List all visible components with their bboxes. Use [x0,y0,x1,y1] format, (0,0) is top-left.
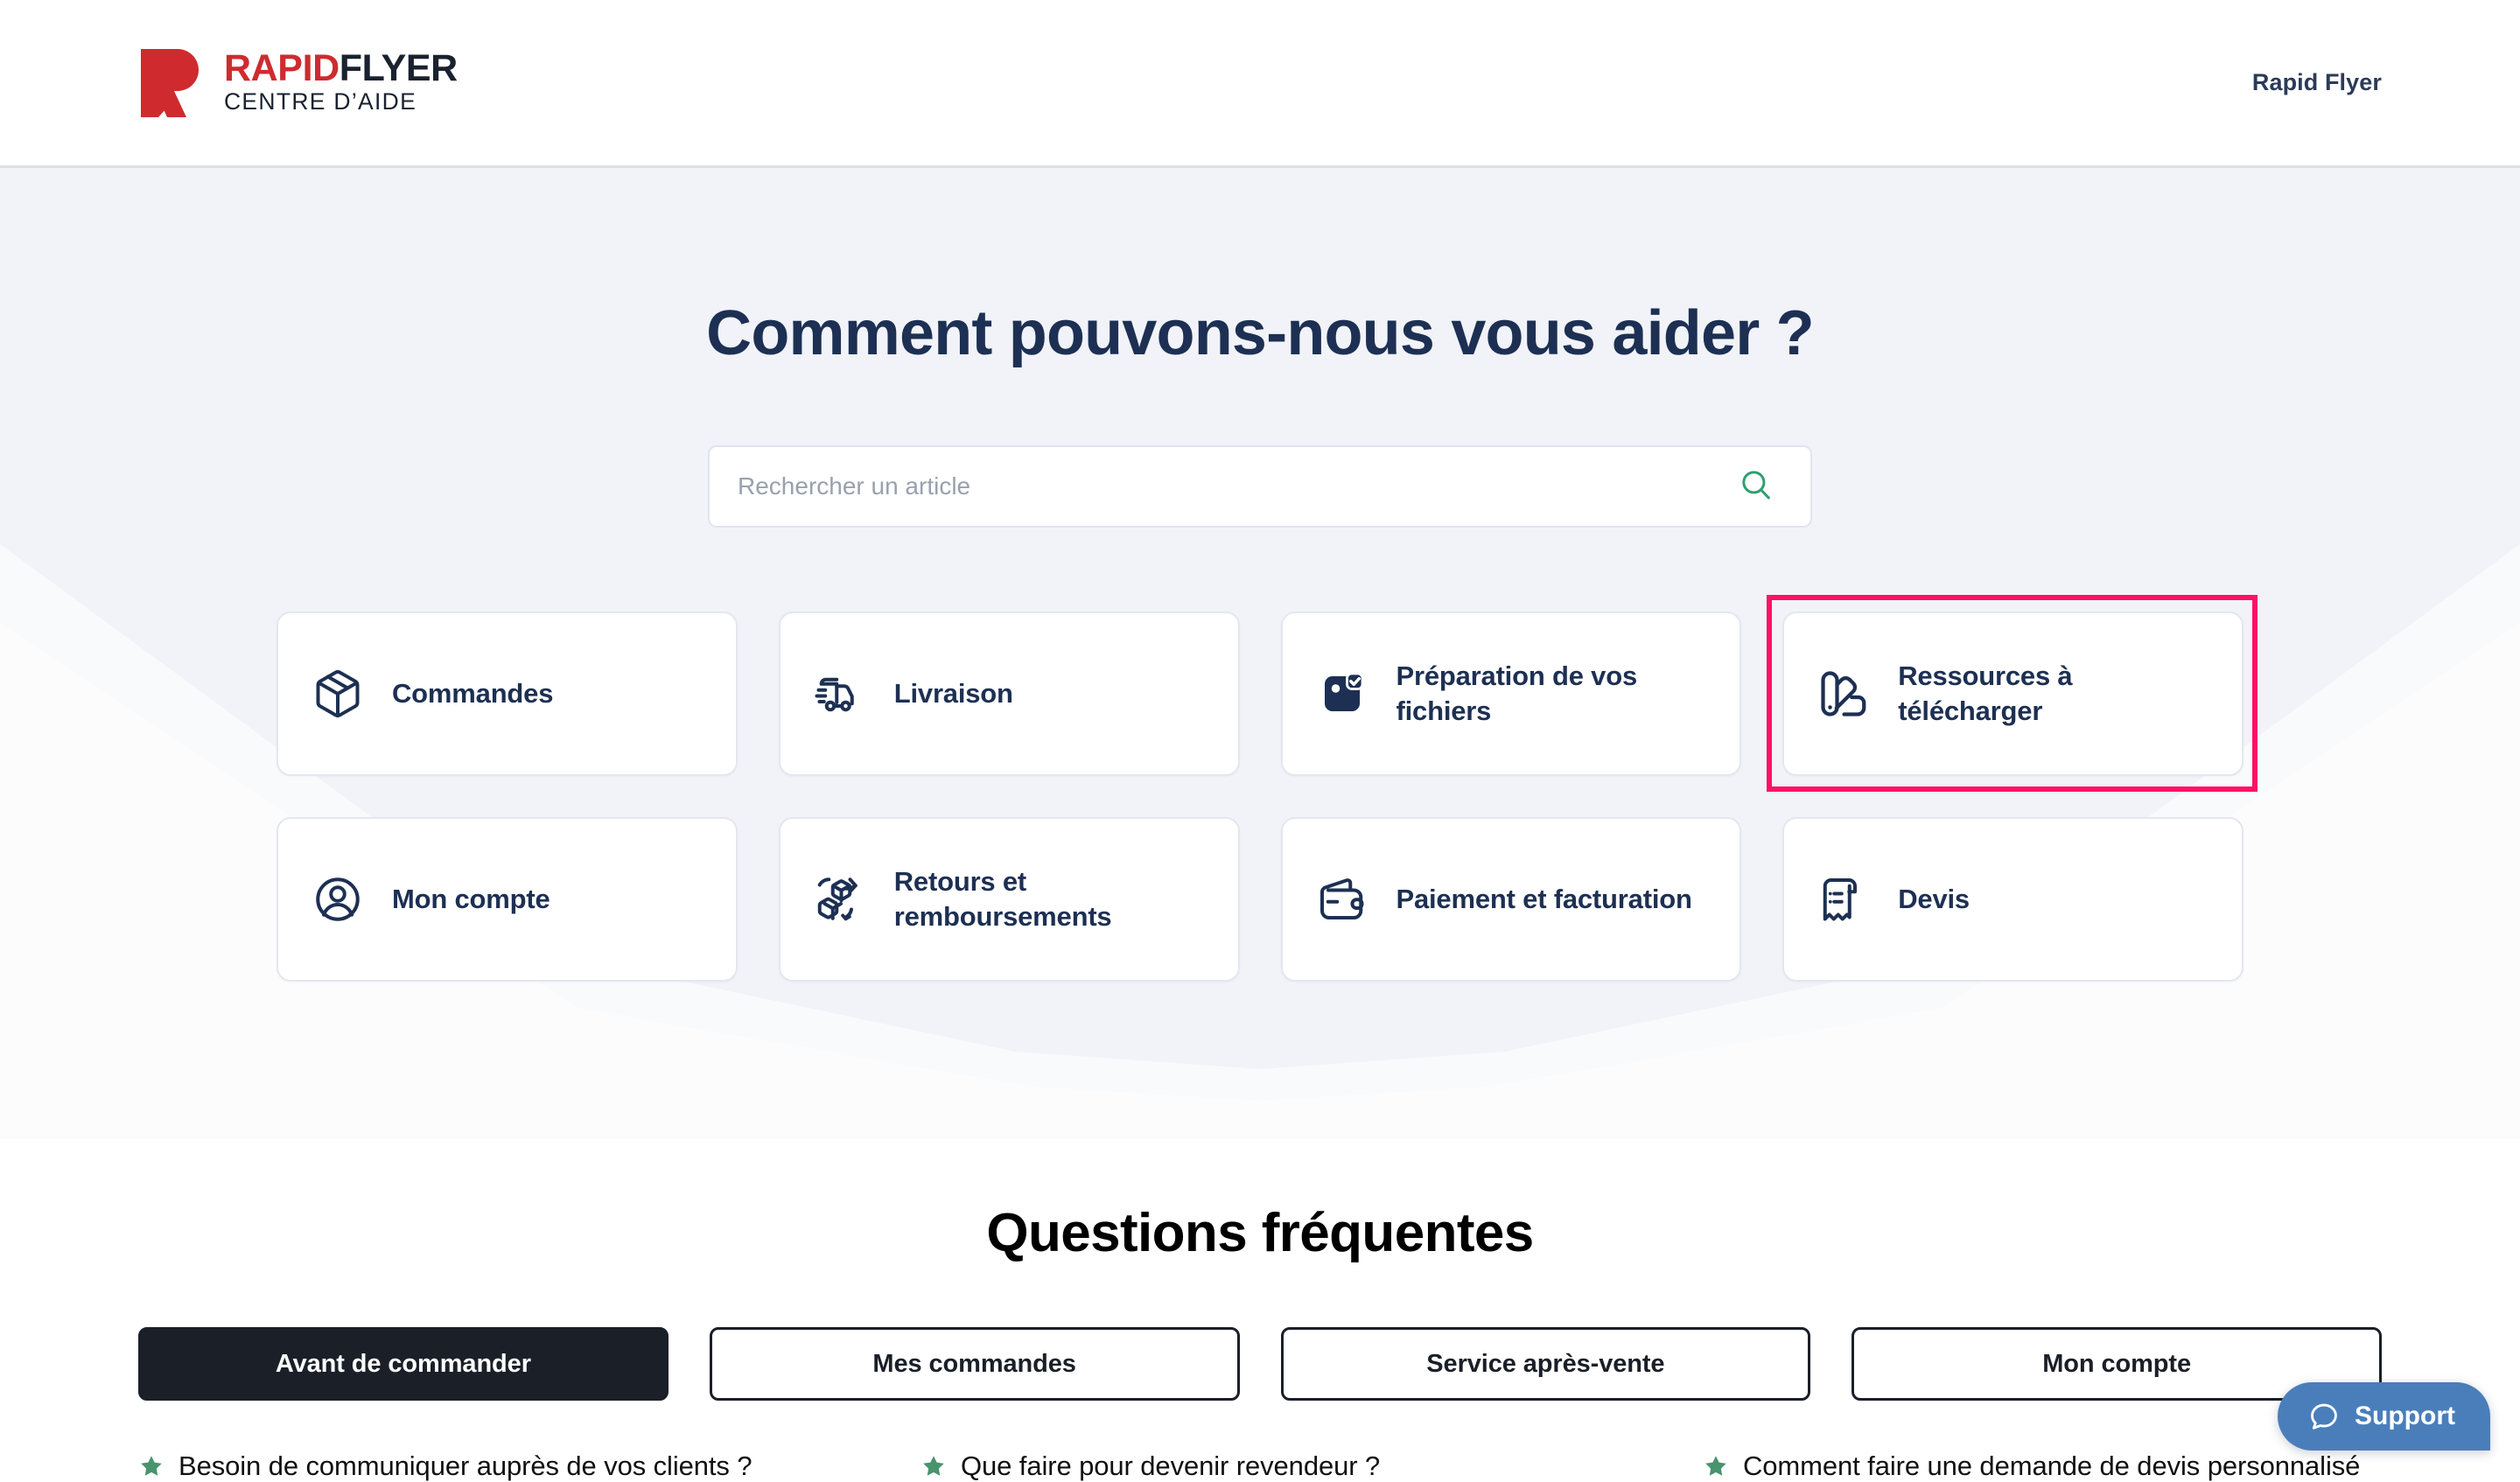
category-card-preparation-fichiers[interactable]: Préparation de vos fichiers [1280,611,1742,776]
card-slot-ressources-telecharger: Ressources à télécharger [1767,594,2258,792]
category-card-devis[interactable]: Devis [1782,816,2244,982]
category-card-livraison[interactable]: Livraison [778,611,1240,776]
package-box-icon [310,666,366,722]
support-chat-button[interactable]: Support [2278,1382,2490,1451]
search-bar[interactable] [708,444,1812,528]
faq-tab-list: Avant de commander Mes commandes Service… [138,1327,2382,1401]
search-input[interactable] [738,446,1733,526]
faq-question-list: Besoin de communiquer auprès de vos clie… [138,1446,2382,1482]
tab-mes-commandes[interactable]: Mes commandes [709,1327,1240,1401]
brand-wordmark-rapid: RAPID [224,47,340,90]
faq-list-item[interactable]: Besoin de communiquer auprès de vos clie… [138,1446,817,1482]
card-slot-preparation-fichiers: Préparation de vos fichiers [1280,611,1742,776]
star-icon [920,1453,947,1479]
card-slot-paiement-facturation: Paiement et facturation [1280,816,1742,982]
search-button[interactable] [1733,464,1779,509]
star-icon [1703,1453,1729,1479]
hero-section: Comment pouvons-nous vous aider ? Recher… [0,168,2520,1139]
card-slot-devis: Devis [1782,816,2244,982]
receipt-icon [1816,871,1872,927]
category-label: Commandes [392,677,554,709]
card-slot-mon-compte: Mon compte [276,816,738,982]
category-card-retours-remboursements[interactable]: Retours et remboursements [778,816,1240,982]
category-label: Mon compte [392,883,550,914]
wallet-icon [1314,871,1370,927]
image-check-icon [1314,666,1370,722]
site-header: RAPIDFLYER CENTRE D’AIDE Rapid Flyer [0,0,2520,168]
faq-title: Questions fréquentes [986,1203,1534,1263]
search-icon [1738,466,1774,506]
category-label: Ressources à télécharger [1898,661,2073,726]
delivery-truck-icon [812,666,868,722]
category-label: Préparation de vos fichiers [1396,661,1638,726]
tab-avant-de-commander[interactable]: Avant de commander [138,1327,668,1401]
card-slot-livraison: Livraison [778,611,1240,776]
category-card-mon-compte[interactable]: Mon compte [276,816,738,982]
faq-question-text: Besoin de communiquer auprès de vos clie… [178,1451,752,1481]
faq-list-item[interactable]: Que faire pour devenir revendeur ? [920,1446,1600,1482]
brand-text: RAPIDFLYER CENTRE D’AIDE [224,50,458,115]
category-card-commandes[interactable]: Commandes [276,611,738,776]
chat-bubble-icon [2307,1400,2341,1433]
faq-question-text: Que faire pour devenir revendeur ? [961,1451,1381,1481]
category-card-paiement-facturation[interactable]: Paiement et facturation [1280,816,1742,982]
brand-wordmark: RAPIDFLYER [224,50,458,87]
faq-list-item[interactable]: Comment faire une demande de devis perso… [1703,1446,2382,1482]
hero-content: Comment pouvons-nous vous aider ? Recher… [138,297,2382,982]
category-label: Devis [1898,883,1970,914]
faq-question-text: Comment faire une demande de devis perso… [1743,1451,2361,1481]
return-boxes-icon [812,871,868,927]
faq-section: Questions fréquentes Avant de commander … [0,1139,2520,1482]
header-nav-rapid-flyer[interactable]: Rapid Flyer [2252,69,2382,96]
color-swatches-icon [1816,666,1872,722]
tab-service-apres-vente[interactable]: Service après-vente [1280,1327,1811,1401]
brand-logo[interactable]: RAPIDFLYER CENTRE D’AIDE [138,47,458,119]
category-label: Retours et remboursements [893,866,1112,932]
card-slot-retours-remboursements: Retours et remboursements [778,816,1240,982]
user-circle-icon [310,871,366,927]
brand-subtitle: CENTRE D’AIDE [224,88,417,115]
rapidflyer-r-mark-icon [138,47,205,119]
category-label: Paiement et facturation [1396,883,1692,914]
category-card-ressources-telecharger[interactable]: Ressources à télécharger [1782,611,2244,776]
page-title: Comment pouvons-nous vous aider ? [706,298,1815,368]
category-card-grid: Commandes Livraison Préparation de vos f… [276,594,2258,982]
brand-wordmark-flyer: FLYER [339,47,458,90]
star-icon [138,1453,164,1479]
category-label: Livraison [893,677,1013,709]
card-slot-commandes: Commandes [276,611,738,776]
support-label: Support [2355,1402,2455,1430]
